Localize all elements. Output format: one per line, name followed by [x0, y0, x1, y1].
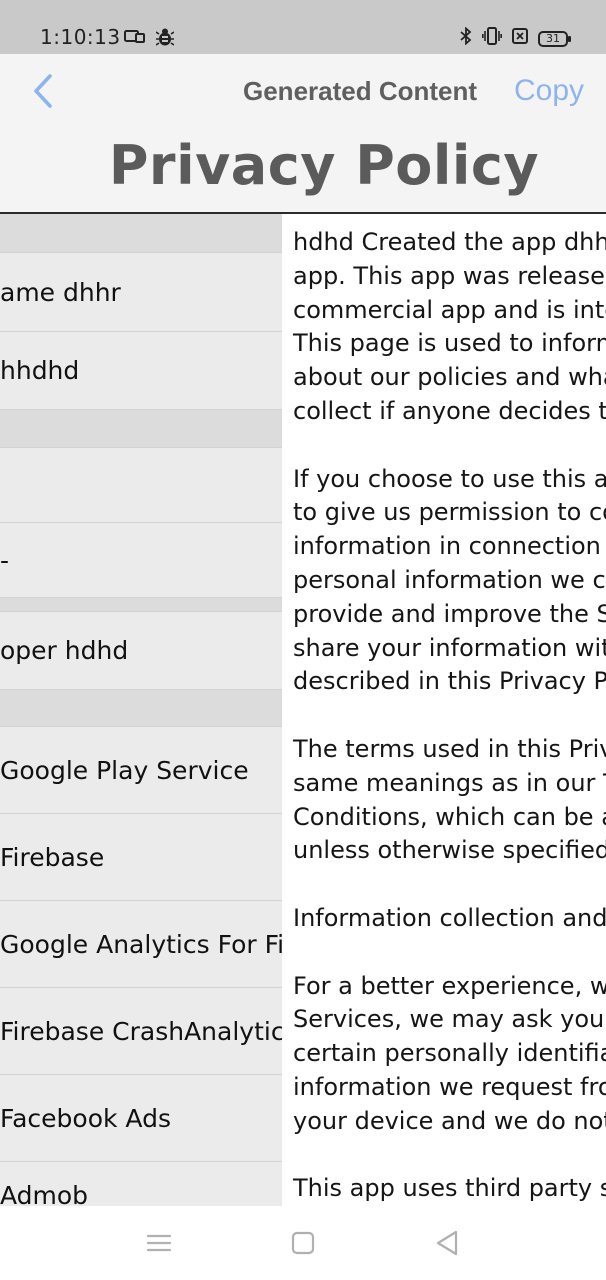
policy-paragraph: If you choose to use this app to give us… [293, 463, 606, 700]
policy-line: app. This app was released [293, 261, 606, 290]
field-row[interactable]: - [0, 523, 282, 598]
back-button[interactable] [28, 72, 64, 112]
bluetooth-icon [460, 26, 472, 50]
service-label: Firebase CrashAnalytics [0, 1016, 282, 1046]
policy-line: information in connection [293, 532, 601, 561]
service-row-crashanalytics[interactable]: Firebase CrashAnalytics [0, 988, 282, 1075]
service-label: Admob [0, 1181, 89, 1206]
policy-line: Information collection and use [293, 903, 606, 932]
policy-text: hdhd Created the app dhhr app. This app … [293, 226, 606, 1206]
header: Generated Content Copy Privacy Policy [0, 54, 606, 214]
copy-button[interactable]: Copy [514, 74, 584, 108]
service-label: Firebase [0, 842, 105, 872]
policy-line: share your information with [293, 633, 606, 662]
policy-paragraph: For a better experience, while Services,… [293, 970, 606, 1139]
field-label: hhdhd [0, 356, 80, 385]
chevron-left-icon [34, 74, 52, 108]
policy-line: The terms used in this Privacy [293, 734, 606, 763]
system-nav-bar [0, 1206, 606, 1280]
back-triangle-icon [436, 1230, 458, 1256]
vibrate-icon [482, 27, 502, 50]
policy-line: described in this Privacy Policy [293, 667, 606, 696]
menu-nav-button[interactable] [144, 1228, 174, 1258]
field-label: oper hdhd [0, 636, 129, 665]
field-label: - [0, 545, 10, 575]
service-label: Google Analytics For Firebase [0, 929, 282, 959]
policy-line: unless otherwise specified [293, 836, 606, 865]
field-row[interactable]: hhdhd [0, 332, 282, 410]
field-row-app-name[interactable]: ame dhhr [0, 253, 282, 332]
field-label: ame dhhr [0, 277, 121, 307]
policy-line: certain personally identifiable [293, 1039, 606, 1068]
back-nav-button[interactable] [432, 1228, 462, 1258]
policy-line: information we request from [293, 1072, 606, 1101]
status-time: 1:10:13 [40, 25, 121, 49]
service-row-facebook-ads[interactable]: Facebook Ads [0, 1075, 282, 1162]
policy-line: same meanings as in our Terms [293, 768, 606, 797]
section-header [0, 214, 282, 253]
section-header [0, 598, 282, 612]
policy-line: provide and improve the Service [293, 599, 606, 628]
service-label: Google Play Service [0, 755, 249, 785]
service-label: Facebook Ads [0, 1103, 171, 1133]
policy-line: Services, we may ask you to [293, 1005, 606, 1034]
cast-icon [124, 30, 146, 49]
policy-line: Conditions, which can be accessed [293, 802, 606, 831]
policy-line: For a better experience, while [293, 971, 606, 1000]
service-row-google-analytics[interactable]: Google Analytics For Firebase [0, 901, 282, 988]
policy-line: your device and we do not [293, 1106, 606, 1135]
policy-paragraph: The terms used in this Privacy same mean… [293, 733, 606, 868]
field-row-developer[interactable]: oper hdhd [0, 612, 282, 690]
policy-line: commercial app and is intended [293, 295, 606, 324]
section-header [0, 410, 282, 448]
home-nav-button[interactable] [288, 1228, 318, 1258]
page-title: Privacy Policy [108, 134, 540, 197]
policy-line: about our policies and what [293, 363, 606, 392]
policy-line: This app uses third party services [293, 1174, 606, 1203]
status-bar: 1:10:13 31 [0, 0, 606, 54]
policy-line: hdhd Created the app dhhr [293, 228, 606, 256]
service-row-admob[interactable]: Admob [0, 1162, 282, 1206]
section-header [0, 690, 282, 727]
policy-paragraph: Information collection and use [293, 902, 606, 936]
policy-paragraph: This app uses third party services [293, 1172, 606, 1206]
policy-paragraph: hdhd Created the app dhhr app. This app … [293, 226, 606, 429]
policy-line: to give us permission to collect [293, 498, 606, 527]
service-row-firebase[interactable]: Firebase [0, 814, 282, 901]
fields-panel: ame dhhr hhdhd - oper hdhd Google Play S… [0, 214, 282, 1206]
policy-line: This page is used to inform [293, 329, 606, 358]
policy-content[interactable]: hdhd Created the app dhhr app. This app … [282, 214, 606, 1206]
header-title: Generated Content [243, 76, 478, 106]
menu-icon [146, 1234, 172, 1252]
bug-icon [155, 27, 175, 52]
policy-line: personal information we collect [293, 565, 606, 594]
battery-icon: 31 [538, 30, 571, 47]
policy-line: If you choose to use this app [293, 464, 606, 493]
service-row-google-play[interactable]: Google Play Service [0, 727, 282, 814]
home-square-icon [291, 1231, 315, 1255]
field-row[interactable] [0, 448, 282, 523]
policy-line: collect if anyone decides to [293, 396, 606, 425]
data-icon [512, 28, 528, 49]
